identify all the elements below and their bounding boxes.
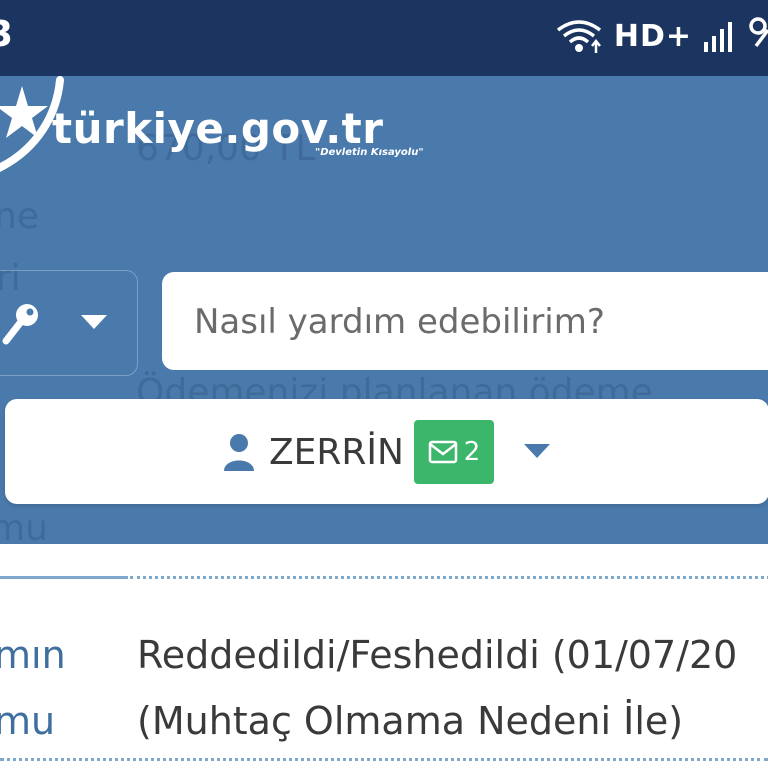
divider <box>130 576 768 579</box>
battery-icon <box>749 17 768 48</box>
divider <box>0 758 768 761</box>
mail-badge[interactable]: 2 <box>413 420 494 484</box>
search-box[interactable] <box>162 272 768 370</box>
wifi-icon <box>556 20 601 53</box>
logo-title: türkiye.gov.tr <box>52 104 384 153</box>
signal-icon <box>704 22 732 52</box>
main-content: mın mu Reddedildi/Feshedildi (01/07/20 (… <box>0 544 768 768</box>
site-header: 670,00 TL ne ri Ödemenizi planlanan ödem… <box>0 76 768 544</box>
user-name: ZERRİN <box>269 431 404 473</box>
key-icon <box>2 304 38 345</box>
network-type: HD+ <box>613 18 692 54</box>
status-bar: 3 HD+ <box>0 0 768 76</box>
site-logo[interactable]: türkiye.gov.tr "Devletin Kısayolu" <box>0 76 424 190</box>
status-icons: HD+ <box>554 16 768 56</box>
envelope-icon <box>428 440 457 464</box>
login-menu-button[interactable] <box>0 270 138 376</box>
user-icon <box>224 434 254 471</box>
user-menu-button[interactable]: ZERRİN 2 <box>5 399 768 504</box>
background-text: ne <box>0 196 39 237</box>
status-time: 3 <box>0 14 14 55</box>
mail-count: 2 <box>463 437 481 467</box>
user-menu: ZERRİN 2 <box>223 420 550 484</box>
row-label: mın mu <box>0 633 66 743</box>
chevron-down-icon <box>523 444 550 458</box>
search-input[interactable] <box>192 296 756 348</box>
logo-tagline: "Devletin Kısayolu" <box>315 147 424 158</box>
divider <box>0 576 128 579</box>
background-text: mu <box>0 508 48 544</box>
chevron-down-icon <box>81 315 107 329</box>
row-value: Reddedildi/Feshedildi (01/07/20 (Muhtaç … <box>137 633 738 743</box>
